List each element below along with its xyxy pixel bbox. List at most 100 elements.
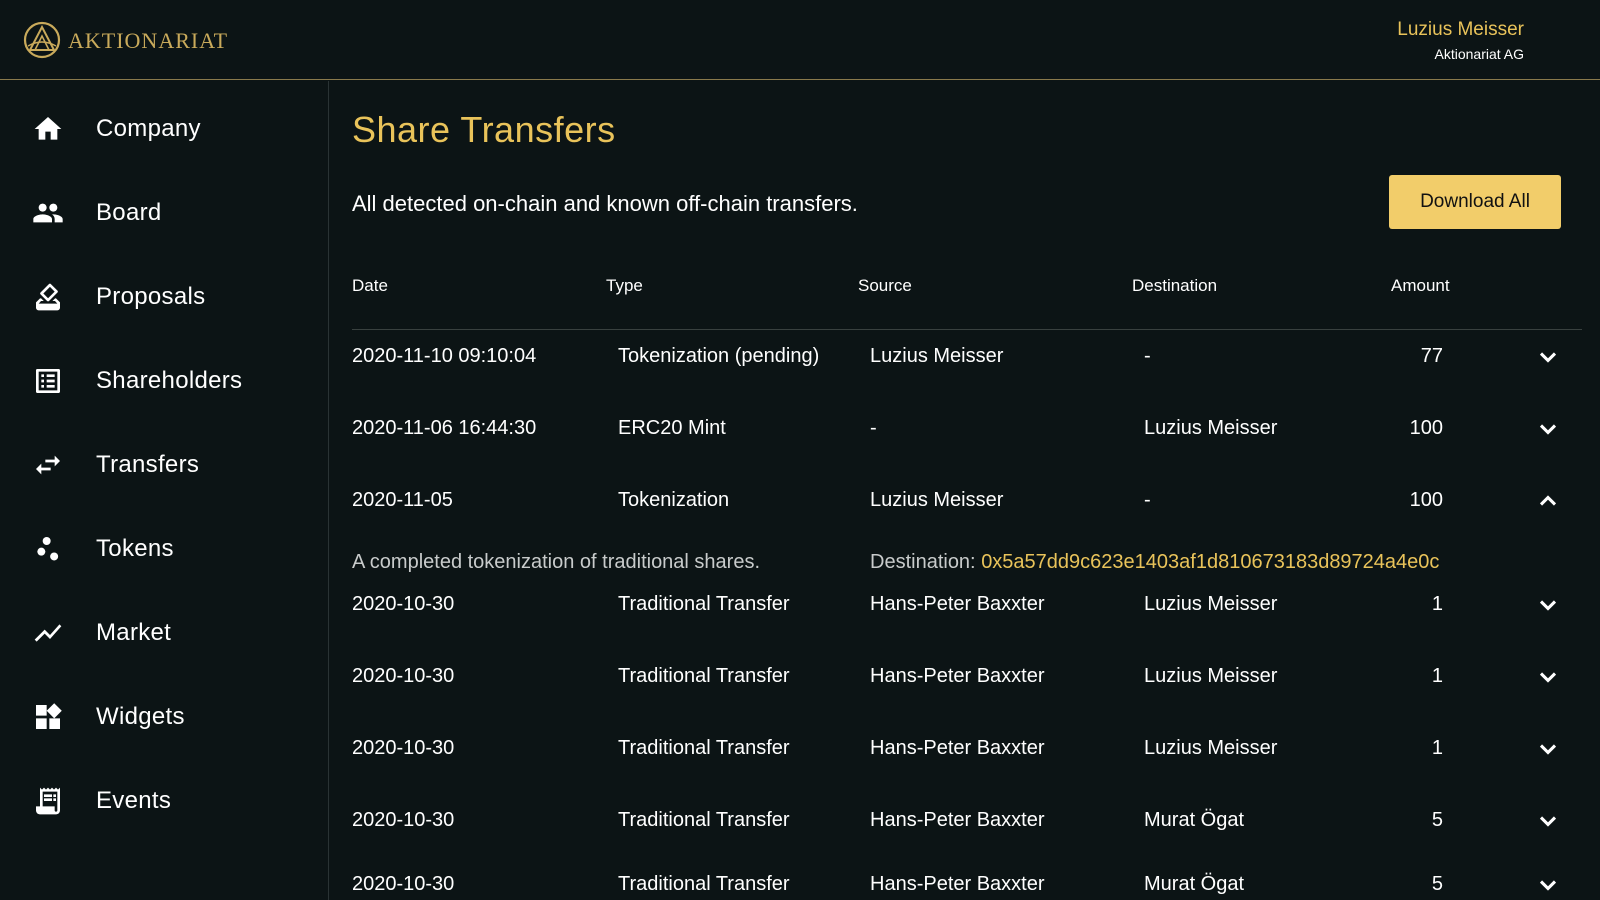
cell-type: Traditional Transfer — [618, 593, 790, 615]
cell-source: Luzius Meisser — [870, 345, 1004, 367]
cell-source: Luzius Meisser — [870, 489, 1004, 511]
cell-date: 2020-10-30 — [352, 593, 455, 615]
cell-type: Traditional Transfer — [618, 809, 790, 831]
cell-amount: 5 — [1431, 873, 1443, 895]
table-row[interactable]: 2020-10-30 Traditional Transfer Hans-Pet… — [330, 657, 1600, 697]
user-account[interactable]: Luzius Meisser Aktionariat AG — [1397, 18, 1524, 64]
sidebar-item-proposals[interactable]: Proposals — [0, 267, 329, 327]
table-row[interactable]: 2020-10-30 Traditional Transfer Hans-Pet… — [330, 801, 1600, 841]
sidebar-item-label: Events — [96, 787, 172, 814]
table-row[interactable]: 2020-10-30 Traditional Transfer Hans-Pet… — [330, 585, 1600, 625]
table-row[interactable]: 2020-10-30 Traditional Transfer Hans-Pet… — [330, 865, 1600, 900]
main-content: Share Transfers All detected on-chain an… — [330, 81, 1600, 900]
user-company: Aktionariat AG — [1434, 46, 1525, 62]
chevron-down-icon[interactable] — [1534, 415, 1562, 443]
sidebar-item-market[interactable]: Market — [0, 603, 329, 663]
tokens-icon — [32, 533, 64, 565]
column-header-amount[interactable]: Amount — [1391, 276, 1450, 296]
destination-address-link[interactable]: 0x5a57dd9c623e1403af1d810673183d89724a4e… — [981, 551, 1439, 573]
swap-arrows-icon — [32, 449, 64, 481]
cell-amount: 1 — [1431, 593, 1443, 615]
cell-amount: 100 — [1409, 417, 1443, 439]
sidebar-item-tokens[interactable]: Tokens — [0, 519, 329, 579]
table-row-expanded[interactable]: 2020-11-05 Tokenization Luzius Meisser -… — [330, 481, 1600, 521]
row-detail: A completed tokenization of traditional … — [330, 551, 1600, 581]
trending-icon — [32, 617, 64, 649]
column-header-date[interactable]: Date — [352, 276, 388, 296]
sidebar-item-company[interactable]: Company — [0, 99, 329, 159]
detail-destination-label: Destination: — [870, 551, 976, 573]
cell-type: Traditional Transfer — [618, 873, 790, 895]
sidebar-item-shareholders[interactable]: Shareholders — [0, 351, 329, 411]
cell-amount: 5 — [1431, 809, 1443, 831]
detail-description: A completed tokenization of traditional … — [352, 551, 761, 573]
cell-destination: Luzius Meisser — [1144, 593, 1278, 615]
cell-destination: Murat Ögat — [1144, 873, 1245, 895]
cell-date: 2020-11-05 — [352, 489, 453, 511]
cell-type: ERC20 Mint — [618, 417, 726, 439]
cell-amount: 100 — [1409, 489, 1443, 511]
cell-date: 2020-10-30 — [352, 737, 455, 759]
chevron-down-icon[interactable] — [1534, 735, 1562, 763]
sidebar-item-label: Shareholders — [96, 367, 243, 394]
top-header: AKTIONARIAT Luzius Meisser Aktionariat A… — [0, 0, 1600, 80]
home-icon — [32, 113, 64, 145]
cell-type: Tokenization — [618, 489, 730, 511]
cell-amount: 77 — [1420, 345, 1443, 367]
sidebar-item-events[interactable]: Events — [0, 771, 329, 831]
sidebar-item-label: Proposals — [96, 283, 206, 310]
table-row[interactable]: 2020-11-06 16:44:30 ERC20 Mint - Luzius … — [330, 409, 1600, 449]
sidebar-item-widgets[interactable]: Widgets — [0, 687, 329, 747]
table-row[interactable]: 2020-10-30 Traditional Transfer Hans-Pet… — [330, 729, 1600, 769]
sidebar-item-label: Market — [96, 619, 172, 646]
chevron-down-icon[interactable] — [1534, 871, 1562, 899]
cell-destination: - — [1144, 489, 1151, 511]
cell-source: - — [870, 417, 877, 439]
ballot-icon — [32, 281, 64, 313]
cell-source: Hans-Peter Baxxter — [870, 809, 1045, 831]
sidebar-item-label: Company — [96, 115, 201, 142]
chevron-down-icon[interactable] — [1534, 807, 1562, 835]
cell-date: 2020-10-30 — [352, 873, 455, 895]
detail-destination: Destination: 0x5a57dd9c623e1403af1d81067… — [870, 551, 1439, 574]
page-title: Share Transfers — [352, 109, 616, 150]
list-icon — [32, 365, 64, 397]
sidebar-item-transfers[interactable]: Transfers — [0, 435, 329, 495]
sidebar-item-label: Board — [96, 199, 162, 226]
cell-source: Hans-Peter Baxxter — [870, 873, 1045, 895]
chevron-down-icon[interactable] — [1534, 343, 1562, 371]
table-row[interactable]: 2020-11-10 09:10:04 Tokenization (pendin… — [330, 337, 1600, 377]
sidebar-item-label: Tokens — [96, 535, 174, 562]
sidebar-item-label: Widgets — [96, 703, 185, 730]
cell-destination: Luzius Meisser — [1144, 665, 1278, 687]
cell-date: 2020-11-10 09:10:04 — [352, 345, 537, 367]
column-header-destination[interactable]: Destination — [1132, 276, 1217, 296]
cell-type: Traditional Transfer — [618, 665, 790, 687]
sidebar-item-label: Transfers — [96, 451, 200, 478]
cell-source: Hans-Peter Baxxter — [870, 665, 1045, 687]
receipt-icon — [32, 785, 64, 817]
chevron-down-icon[interactable] — [1534, 591, 1562, 619]
aktionariat-logo-icon — [23, 21, 61, 59]
cell-source: Hans-Peter Baxxter — [870, 593, 1045, 615]
download-all-button[interactable]: Download All — [1389, 175, 1561, 229]
cell-source: Hans-Peter Baxxter — [870, 737, 1045, 759]
brand-name: AKTIONARIAT — [68, 28, 229, 53]
user-name: Luzius Meisser — [1397, 19, 1524, 40]
brand-logo[interactable]: AKTIONARIAT — [22, 20, 228, 60]
cell-destination: Luzius Meisser — [1144, 737, 1278, 759]
cell-type: Tokenization (pending) — [618, 345, 820, 367]
chevron-up-icon[interactable] — [1534, 487, 1562, 515]
cell-destination: - — [1144, 345, 1151, 367]
chevron-down-icon[interactable] — [1534, 663, 1562, 691]
people-icon — [32, 197, 64, 229]
sidebar-item-board[interactable]: Board — [0, 183, 329, 243]
cell-amount: 1 — [1431, 737, 1443, 759]
cell-type: Traditional Transfer — [618, 737, 790, 759]
sidebar-nav: Company Board Proposals Shareholders Tra… — [0, 81, 329, 900]
column-header-source[interactable]: Source — [858, 276, 912, 296]
table-divider — [352, 329, 1582, 330]
column-header-type[interactable]: Type — [606, 276, 643, 296]
cell-date: 2020-10-30 — [352, 809, 455, 831]
cell-amount: 1 — [1431, 665, 1443, 687]
